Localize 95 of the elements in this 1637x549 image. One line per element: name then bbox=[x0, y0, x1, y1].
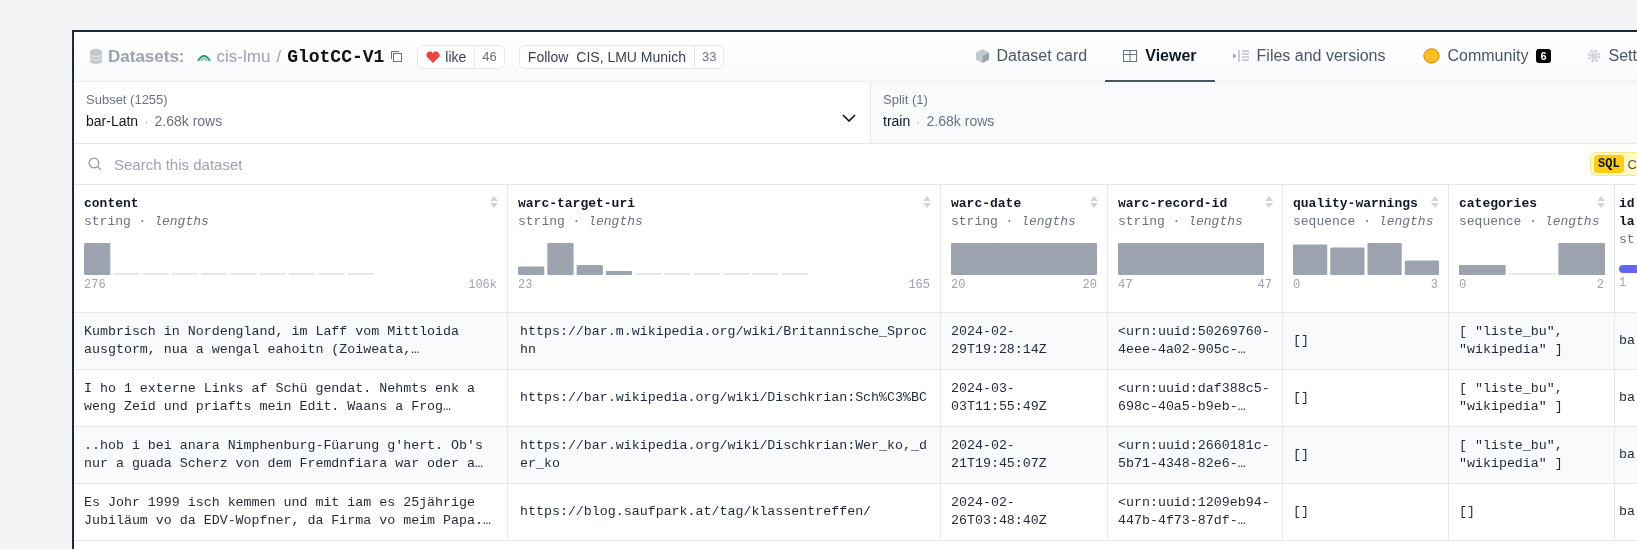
table-cell-text: 2024-02-26T03:48:40Z bbox=[951, 494, 1048, 530]
table-cell-text: <urn:uuid:1209eb94-447b-4f73-87df-… bbox=[1118, 494, 1271, 530]
range-min: 23 bbox=[518, 278, 533, 292]
table-cell-text: Kumbrisch in Nordengland, im Laff vom Mittloida ausgtorm, nua a wengal eahoitn (Zoiweata,… bbox=[84, 323, 461, 359]
range-min: 47 bbox=[1118, 278, 1133, 292]
section-title: Datasets: bbox=[108, 46, 185, 67]
table-cell-text: <urn:uuid:2660181c-5b71-4348-82e6-… bbox=[1118, 437, 1271, 473]
column-type: string · lengths bbox=[1118, 213, 1244, 231]
range-min: 0 bbox=[1293, 278, 1301, 292]
count-badge: 6 bbox=[1536, 48, 1551, 63]
table-cell-text: [ "liste_bu", "wikipedia" ] bbox=[1459, 323, 1564, 359]
range-max: 106k bbox=[468, 278, 497, 292]
range-min: 276 bbox=[84, 278, 106, 292]
separator-dot: · bbox=[144, 113, 149, 129]
range-max: 165 bbox=[908, 278, 930, 292]
table-cell: [] bbox=[1293, 446, 1309, 464]
nav-tab[interactable]: Dataset card bbox=[957, 32, 1106, 82]
range-min: 20 bbox=[951, 278, 966, 292]
files-icon bbox=[1232, 49, 1249, 62]
column-name: id la bbox=[1619, 195, 1635, 231]
table-cell-text: ..hob i bei anara Nimphenburg-Füarung g'hert. Ob's nur a guada Scherz von dem Fremdnfiara war oder a… bbox=[84, 437, 484, 473]
table-cell-text: 2024-03-03T11:55:49Z bbox=[951, 380, 1048, 416]
cube-icon bbox=[975, 48, 989, 63]
table-cell-text: [ "liste_bu", "wikipedia" ] bbox=[1459, 437, 1564, 473]
table-cell: https://blog.saufpark.at/tag/klassentreffen/ bbox=[520, 503, 872, 521]
column-type: sequence · lengths bbox=[1293, 213, 1435, 231]
sort-icon[interactable] bbox=[489, 195, 499, 209]
sort-icon[interactable] bbox=[1089, 195, 1099, 209]
range-min: 0 bbox=[1459, 278, 1467, 292]
range-max: 47 bbox=[1257, 278, 1272, 292]
table-cell: ba bbox=[1619, 389, 1635, 407]
dataset-name: GlotCC-V1 bbox=[287, 46, 385, 67]
column-type: st bbox=[1619, 231, 1636, 249]
table-cell-text: 2024-02-21T19:45:07Z bbox=[951, 437, 1048, 473]
heart-icon bbox=[426, 50, 441, 63]
table-cell-text: I ho 1 externe Links af Schü gendat. Nehmts enk a weng Zeid und priafts mein Edit. Waans a Frog… bbox=[84, 380, 476, 416]
range-max: 3 bbox=[1430, 278, 1438, 292]
like-count: 46 bbox=[474, 45, 504, 68]
table-cell-text: 2024-02-29T19:28:14Z bbox=[951, 323, 1048, 359]
nav-tab[interactable]: Community 6 bbox=[1403, 32, 1569, 82]
range-max: 2 bbox=[1596, 278, 1604, 292]
column-name: warc-record-id bbox=[1118, 195, 1228, 213]
path-separator: / bbox=[276, 46, 282, 67]
like-button[interactable]: like bbox=[418, 45, 475, 68]
subset-selector[interactable]: Subset (1255) bar-Latn · 2.68k rows bbox=[74, 82, 870, 143]
column-name: warc-target-uri bbox=[518, 195, 636, 213]
split-label: Split (1) bbox=[883, 92, 929, 107]
sort-icon[interactable] bbox=[1596, 195, 1606, 209]
nav-tab[interactable]: Sett bbox=[1568, 32, 1637, 82]
column-name: content bbox=[84, 195, 139, 213]
row-count: 2.68k rows bbox=[926, 113, 995, 129]
database-icon bbox=[90, 49, 102, 64]
sql-button[interactable]: SQL C bbox=[1590, 152, 1637, 176]
table-cell: ba bbox=[1619, 332, 1635, 350]
copy-icon[interactable] bbox=[390, 50, 404, 63]
split-selector[interactable]: Split (1) train · 2.68k rows bbox=[870, 82, 1637, 143]
search-field[interactable]: Search this dataset bbox=[112, 154, 512, 174]
table-cell: [] bbox=[1293, 503, 1309, 521]
range-max: 20 bbox=[1082, 278, 1097, 292]
sort-icon[interactable] bbox=[1430, 195, 1440, 209]
table-cell: [] bbox=[1293, 332, 1309, 350]
table-cell: ba bbox=[1619, 446, 1635, 464]
settings-icon bbox=[1586, 48, 1601, 63]
column-name: categories bbox=[1459, 195, 1537, 213]
table-cell-text: <urn:uuid:50269760-4eee-4a02-905c-… bbox=[1118, 323, 1271, 359]
range-min: 1 bbox=[1619, 276, 1627, 290]
table-cell-text: [ "liste_bu", "wikipedia" ] bbox=[1459, 380, 1564, 416]
table-cell: ba bbox=[1619, 503, 1635, 521]
follow-button[interactable]: Follow bbox=[519, 45, 577, 68]
subset-label: Subset (1255) bbox=[86, 92, 169, 107]
nav-tab[interactable]: Files and versions bbox=[1214, 32, 1404, 82]
search-icon bbox=[88, 157, 102, 171]
column-type: sequence · lengths bbox=[1459, 213, 1601, 231]
column-type: string · lengths bbox=[84, 213, 210, 231]
table-cell-text: <urn:uuid:daf388c5-698c-40a5-b9eb-… bbox=[1118, 380, 1271, 416]
separator-dot: · bbox=[916, 113, 921, 129]
table-icon bbox=[1123, 49, 1138, 62]
sort-icon[interactable] bbox=[1264, 195, 1274, 209]
split-value: train bbox=[883, 113, 911, 129]
sort-icon[interactable] bbox=[922, 195, 932, 209]
column-type: string · lengths bbox=[951, 213, 1077, 231]
chevron-down-icon bbox=[842, 114, 856, 122]
table-cell: https://bar.m.wikipedia.org/wiki/Britannische_Sprochn bbox=[520, 323, 928, 359]
org-name: CIS, LMU Munich bbox=[576, 48, 687, 65]
follower-count: 33 bbox=[694, 45, 724, 68]
table-cell: [] bbox=[1459, 503, 1475, 521]
table-cell: https://bar.wikipedia.org/wiki/Dischkrian:Wer_ko,_der_ko bbox=[520, 437, 928, 473]
table-cell-text: Es Johr 1999 isch kemmen und mit iam es 25jährige Jubiläum vo da EDV-Wopfner, da Firma vo meim Papa.… bbox=[84, 494, 492, 530]
column-name: warc-date bbox=[951, 195, 1022, 213]
table-cell: [] bbox=[1293, 389, 1309, 407]
row-count: 2.68k rows bbox=[154, 113, 223, 129]
column-type: string · lengths bbox=[518, 213, 644, 231]
table-cell: https://bar.wikipedia.org/wiki/Dischkrian:Sch%C3%BC bbox=[520, 389, 927, 407]
column-name: quality-warnings bbox=[1293, 195, 1418, 213]
subset-value: bar-Latn bbox=[86, 113, 139, 129]
